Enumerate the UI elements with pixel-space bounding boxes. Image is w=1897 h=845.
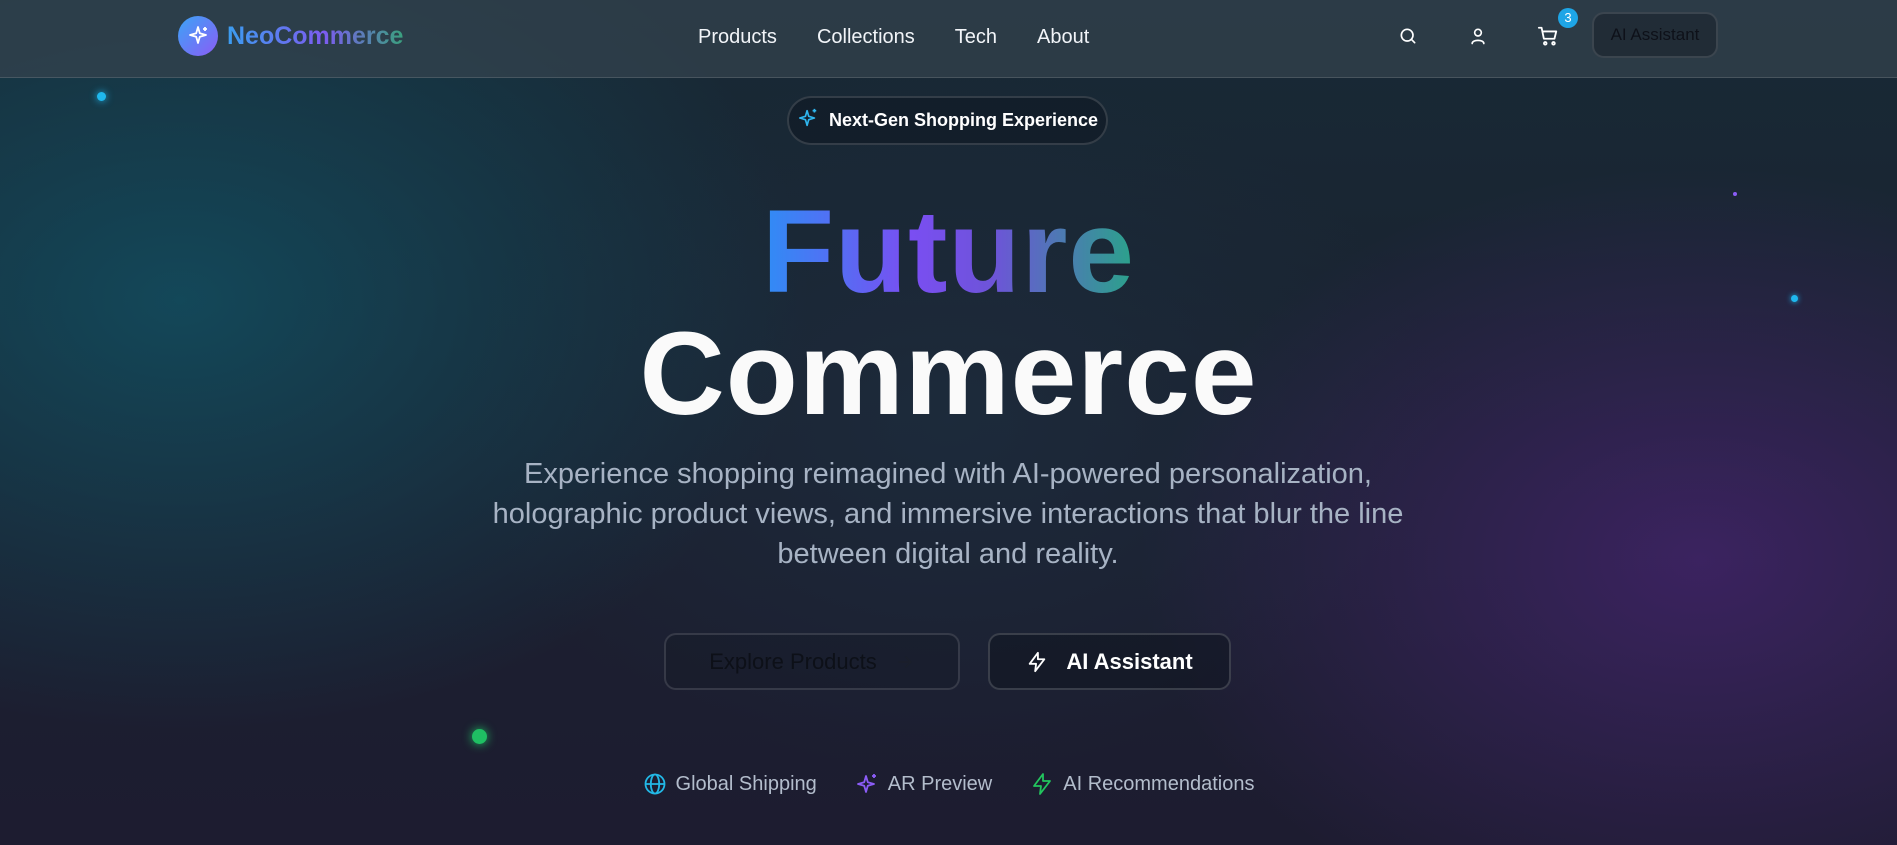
arrow-right-icon: [895, 652, 915, 672]
zap-icon: [1026, 651, 1048, 673]
feature-list: Global Shipping AR Preview AI Recommenda…: [0, 772, 1897, 796]
hero-subtitle: Experience shopping reimagined with AI-p…: [492, 458, 1404, 570]
ai-assistant-label: AI Assistant: [1066, 648, 1193, 674]
nav-link-products[interactable]: Products: [698, 23, 777, 51]
nav-ai-assistant-button[interactable]: AI Assistant: [1592, 12, 1718, 58]
feature-ai-recommendations: AI Recommendations: [1030, 772, 1254, 796]
nav-link-collections[interactable]: Collections: [817, 23, 915, 51]
nav-link-about[interactable]: About: [1037, 23, 1089, 51]
brand-logo-link[interactable]: NeoCommerce: [178, 16, 403, 56]
feature-label: Global Shipping: [675, 772, 817, 795]
particle-dot: [472, 729, 487, 744]
feature-global-shipping: Global Shipping: [643, 772, 817, 796]
ai-assistant-button[interactable]: AI Assistant: [988, 633, 1231, 690]
cart-count-badge: 3: [1558, 8, 1578, 28]
search-icon[interactable]: [1396, 24, 1420, 48]
cart-icon[interactable]: [1536, 24, 1560, 48]
explore-products-button[interactable]: Explore Products: [664, 633, 960, 690]
hero-title-line2: Commerce: [639, 308, 1258, 440]
nav-link-tech[interactable]: Tech: [955, 23, 997, 51]
zap-icon: [1033, 773, 1052, 795]
sparkles-icon: [178, 16, 218, 56]
feature-ar-preview: AR Preview: [855, 772, 992, 796]
user-icon[interactable]: [1466, 24, 1490, 48]
hero-badge-label: Next-Gen Shopping Experience: [828, 110, 1099, 130]
top-navbar: NeoCommerce Products Collections Tech Ab…: [0, 0, 1897, 78]
sparkles-icon: [856, 774, 876, 793]
feature-label: AI Recommendations: [1063, 772, 1255, 795]
sparkles-icon: [797, 107, 819, 134]
particle-dot: [97, 92, 106, 101]
feature-label: AR Preview: [887, 772, 993, 795]
nav-links: Products Collections Tech About: [698, 23, 1129, 51]
globe-icon: [644, 773, 665, 795]
hero-title-line1: Future: [761, 186, 1136, 318]
hero-badge: Next-Gen Shopping Experience: [787, 96, 1108, 145]
explore-products-label: Explore Products: [709, 648, 877, 674]
brand-name: NeoCommerce: [227, 21, 404, 50]
